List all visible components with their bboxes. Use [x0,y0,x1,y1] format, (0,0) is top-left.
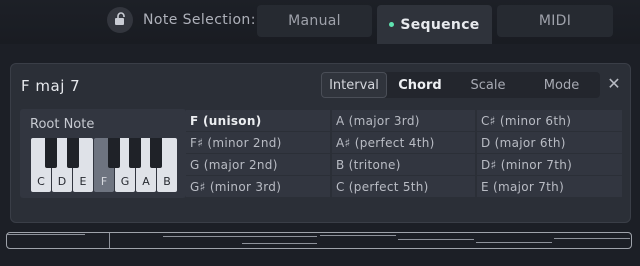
mode-midi-button[interactable]: MIDI [497,5,613,37]
mode-sequence-label: Sequence [400,16,480,33]
key-label: E [79,175,87,188]
piano-key-f-sharp[interactable] [108,138,120,168]
chord-panel: F maj 7 Interval Chord Scale Mode ✕ Root… [10,63,631,223]
lock-button[interactable] [107,7,133,33]
strip-note [242,243,317,244]
interval-cell[interactable]: B (tritone) [332,154,475,175]
tab-scale[interactable]: Scale [453,72,523,98]
interval-grid: F (unison) A (major 3rd) C♯ (minor 6th) … [186,109,622,198]
piano-key-c-sharp[interactable] [45,138,57,168]
piano-key-d-sharp[interactable] [67,138,79,168]
tab-mode[interactable]: Mode [523,72,600,98]
key-label: B [163,175,171,188]
tab-interval[interactable]: Interval [321,72,387,98]
mode-manual-button[interactable]: Manual [257,5,372,37]
interval-cell[interactable]: D♯ (minor 7th) [477,154,622,175]
strip-note [320,235,396,236]
interval-cell[interactable]: G (major 2nd) [186,154,330,175]
piano-key-a-sharp[interactable] [150,138,162,168]
strip-note [554,238,630,239]
key-label: G [120,175,130,188]
piano-keyboard: C D E F G A B [31,138,179,192]
root-note-label: Root Note [30,117,95,132]
interval-cell[interactable]: C (perfect 5th) [332,176,475,197]
key-label: D [57,175,67,188]
interval-cell[interactable]: A♯ (perfect 4th) [332,132,475,153]
tab-chord-label: Chord [398,77,442,93]
root-note-selector: Root Note C D E F G A B [20,109,186,198]
strip-note [476,242,552,243]
strip-note [7,234,85,235]
strip-note [398,239,474,240]
interval-cell[interactable]: E (major 7th) [477,176,622,197]
mode-sequence-button[interactable]: Sequence [377,5,492,44]
interval-cell[interactable]: F (unison) [186,110,330,131]
note-selection-label: Note Selection: [143,12,256,28]
tab-chord[interactable]: Chord [387,72,453,98]
tab-mode-label: Mode [543,77,580,93]
chord-name: F maj 7 [21,77,81,95]
interval-cell[interactable]: F♯ (minor 2nd) [186,132,330,153]
mode-midi-label: MIDI [538,13,572,29]
strip-note [163,236,317,237]
top-bar: Note Selection: Manual Sequence MIDI [0,0,640,44]
interval-cell[interactable]: C♯ (minor 6th) [477,110,622,131]
panel-tabs: Interval Chord Scale Mode [321,72,600,98]
interval-cell[interactable]: D (major 6th) [477,132,622,153]
unlock-icon [113,11,127,30]
close-icon[interactable]: ✕ [605,75,623,93]
piano-key-g-sharp[interactable] [129,138,141,168]
sequence-strip[interactable] [6,232,632,249]
key-label: A [142,175,150,188]
active-dot-icon [389,22,395,27]
playhead [109,233,110,248]
tab-interval-label: Interval [329,77,379,93]
key-label: F [100,175,108,188]
mode-manual-label: Manual [288,13,341,29]
interval-cell[interactable]: G♯ (minor 3rd) [186,176,330,197]
interval-cell[interactable]: A (major 3rd) [332,110,475,131]
tab-scale-label: Scale [470,77,506,93]
key-label: C [37,175,45,188]
